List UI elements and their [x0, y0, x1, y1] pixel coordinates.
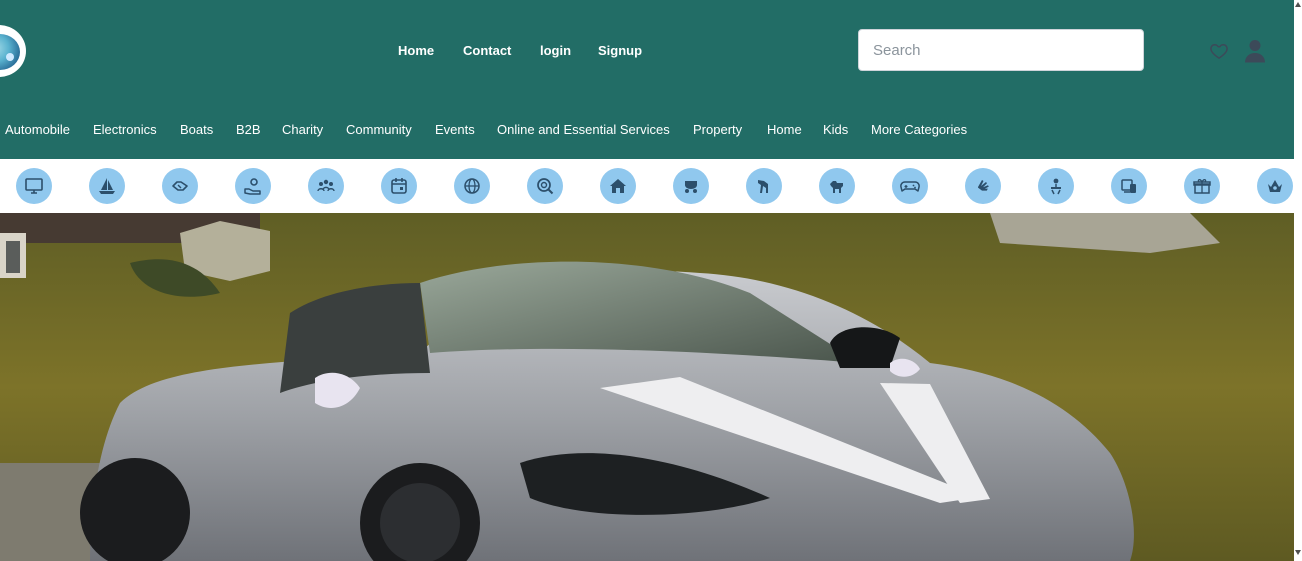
sign-language-icon[interactable] — [965, 168, 1001, 204]
calendar-event-icon[interactable] — [381, 168, 417, 204]
nav-signup[interactable]: Signup — [598, 43, 642, 58]
nav-contact[interactable]: Contact — [463, 43, 511, 58]
scrollbar[interactable] — [1294, 0, 1302, 561]
horse-icon[interactable] — [746, 168, 782, 204]
user-icon[interactable] — [1244, 39, 1266, 63]
logo-globe-icon — [0, 34, 20, 70]
gift-icon[interactable] — [1184, 168, 1220, 204]
search-zoom-icon[interactable] — [527, 168, 563, 204]
category-property[interactable]: Property — [693, 122, 742, 137]
person-service-icon[interactable] — [1038, 168, 1074, 204]
category-online-services[interactable]: Online and Essential Services — [497, 122, 670, 137]
hero-car-illustration — [0, 213, 1294, 561]
category-b2b[interactable]: B2B — [236, 122, 261, 137]
charity-hand-icon[interactable] — [235, 168, 271, 204]
house-icon[interactable] — [600, 168, 636, 204]
category-boats[interactable]: Boats — [180, 122, 213, 137]
nav-home[interactable]: Home — [398, 43, 434, 58]
hero-image — [0, 213, 1294, 561]
scroll-down-icon[interactable] — [1295, 550, 1301, 555]
category-electronics[interactable]: Electronics — [93, 122, 157, 137]
category-home[interactable]: Home — [767, 122, 802, 137]
pet-care-icon[interactable] — [1257, 168, 1293, 204]
sailboat-icon[interactable] — [89, 168, 125, 204]
header: Home Contact login Signup Automobile Ele… — [0, 0, 1294, 159]
gamepad-icon[interactable] — [892, 168, 928, 204]
handshake-icon[interactable] — [162, 168, 198, 204]
monitor-icon[interactable] — [16, 168, 52, 204]
community-people-icon[interactable] — [308, 168, 344, 204]
category-events[interactable]: Events — [435, 122, 475, 137]
stroller-icon[interactable] — [673, 168, 709, 204]
heart-icon[interactable] — [1209, 41, 1229, 61]
category-automobile[interactable]: Automobile — [5, 122, 70, 137]
category-community[interactable]: Community — [346, 122, 412, 137]
dog-icon[interactable] — [819, 168, 855, 204]
nav-login[interactable]: login — [540, 43, 571, 58]
search-input[interactable] — [858, 29, 1144, 71]
category-charity[interactable]: Charity — [282, 122, 323, 137]
category-kids[interactable]: Kids — [823, 122, 848, 137]
scroll-up-icon[interactable] — [1295, 2, 1301, 7]
devices-icon[interactable] — [1111, 168, 1147, 204]
globe-icon[interactable] — [454, 168, 490, 204]
category-more[interactable]: More Categories — [871, 122, 967, 137]
logo[interactable] — [0, 25, 26, 77]
